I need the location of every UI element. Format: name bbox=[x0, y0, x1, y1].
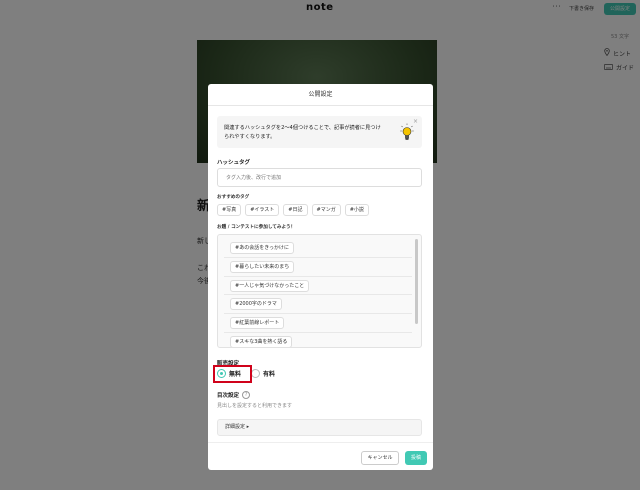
cancel-button[interactable]: キャンセル bbox=[361, 451, 399, 465]
radio-paid[interactable] bbox=[251, 369, 261, 378]
toc-label-text: 目次設定 bbox=[217, 393, 240, 399]
recommended-tag[interactable]: #小説 bbox=[344, 204, 369, 216]
contest-tag[interactable]: #あの会話をきっかけに bbox=[230, 242, 294, 254]
recommended-tags-label: おすすめのタグ bbox=[217, 195, 250, 200]
contest-tag[interactable]: #一人じゃ気づけなかったこと bbox=[230, 279, 310, 292]
publish-settings-modal: 公開設定 関連するハッシュタグを2〜4個つけることで、記事が読者に見つけられやす… bbox=[208, 84, 433, 470]
advanced-settings-toggle[interactable]: 詳細設定 ▸ bbox=[217, 419, 422, 436]
contest-list-box: #あの会話をきっかけに #暮らしたい未来のまち #一人じゃ気づけなかったこと #… bbox=[217, 234, 422, 348]
recommended-tag[interactable]: #写真 bbox=[217, 204, 242, 216]
list-item: #暮らしたい未来のまち bbox=[224, 258, 412, 277]
modal-title: 公開設定 bbox=[208, 84, 433, 106]
lightbulb-icon bbox=[400, 123, 414, 141]
toc-settings-label: 目次設定 ? bbox=[217, 391, 251, 399]
contest-tag[interactable]: #2000字のドラマ bbox=[230, 298, 282, 311]
toc-description: 見出しを設定すると利用できます bbox=[217, 403, 293, 409]
contest-label: お題 / コンテストに参加してみよう！ bbox=[217, 225, 296, 230]
list-item: #スキな3曲を熱く語る bbox=[224, 333, 412, 347]
contest-tag[interactable]: #スキな3曲を熱く語る bbox=[230, 335, 293, 347]
hashtag-label: ハッシュタグ bbox=[217, 160, 251, 166]
hashtag-input[interactable] bbox=[217, 168, 422, 187]
contest-tag[interactable]: #暮らしたい未来のまち bbox=[230, 260, 295, 273]
recommended-tags: #写真 #イラスト #日記 #マンガ #小説 bbox=[217, 204, 369, 216]
tip-text: 関連するハッシュタグを2〜4個つけることで、記事が読者に見つけられやすくなります… bbox=[224, 125, 381, 140]
modal-footer: キャンセル 投稿 bbox=[208, 442, 433, 470]
price-paid-option[interactable]: 有料 bbox=[251, 369, 275, 378]
list-item: #一人じゃ気づけなかったこと bbox=[224, 277, 412, 296]
scrollbar[interactable] bbox=[415, 239, 418, 324]
submit-button[interactable]: 投稿 bbox=[405, 451, 427, 465]
price-paid-label: 有料 bbox=[263, 371, 276, 378]
contest-tag[interactable]: #紅葉前線レポート bbox=[230, 317, 285, 330]
list-item: #2000字のドラマ bbox=[224, 295, 412, 315]
recommended-tag[interactable]: #日記 bbox=[283, 204, 308, 216]
recommended-tag[interactable]: #マンガ bbox=[311, 204, 341, 216]
list-item: #あの会話をきっかけに bbox=[224, 239, 412, 258]
highlight-box bbox=[213, 365, 252, 383]
contest-list: #あの会話をきっかけに #暮らしたい未来のまち #一人じゃ気づけなかったこと #… bbox=[224, 239, 412, 347]
hashtag-tip: 関連するハッシュタグを2〜4個つけることで、記事が読者に見つけられやすくなります… bbox=[217, 116, 422, 148]
recommended-tag[interactable]: #イラスト bbox=[245, 204, 280, 216]
modal-body: 関連するハッシュタグを2〜4個つけることで、記事が読者に見つけられやすくなります… bbox=[208, 106, 433, 436]
list-item: #紅葉前線レポート bbox=[224, 314, 412, 333]
help-icon[interactable]: ? bbox=[242, 391, 251, 399]
